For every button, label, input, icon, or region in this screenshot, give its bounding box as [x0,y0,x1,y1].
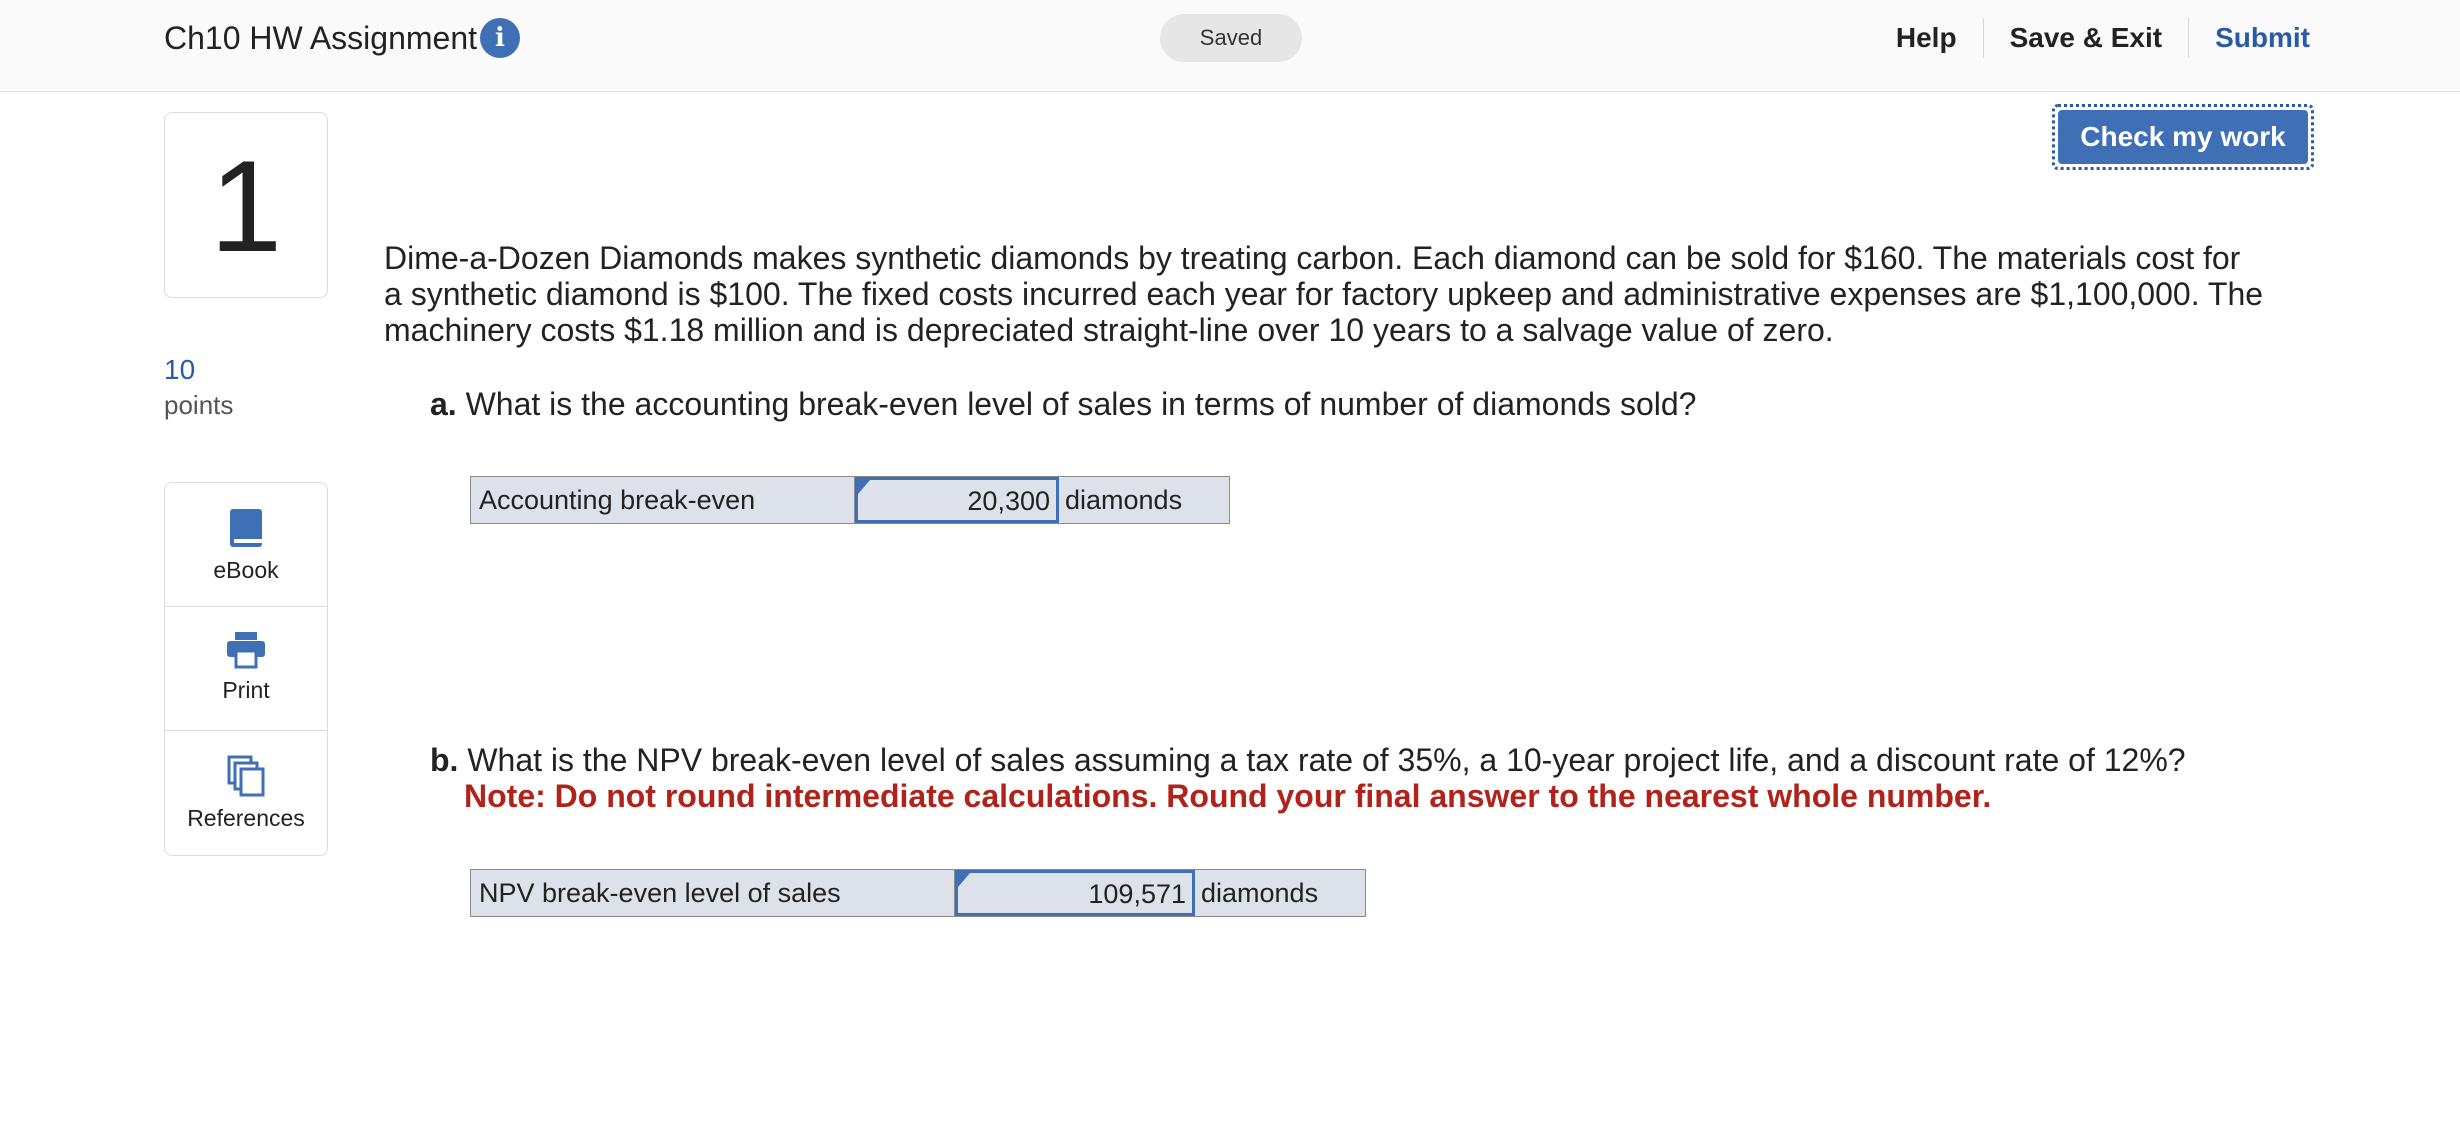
part-a-letter: a. [430,386,457,422]
answer-flag-icon [958,873,970,887]
question-tools-panel: eBook Print References [164,482,328,856]
help-link[interactable]: Help [1870,14,1983,62]
info-icon[interactable]: i [480,18,520,58]
part-b-answer-table: NPV break-even level of sales 109,571 di… [470,869,1366,917]
save-exit-link[interactable]: Save & Exit [1984,14,2189,62]
saved-status-badge: Saved [1160,14,1302,62]
print-label: Print [222,677,270,703]
part-b-note: Note: Do not round intermediate calculat… [464,778,1992,814]
part-a-text: What is the accounting break-even level … [465,386,1697,422]
part-a-unit: diamonds [1065,485,1183,515]
ebook-label: eBook [213,557,279,583]
question-number-card: 1 [164,112,328,298]
book-icon [165,507,327,549]
header-nav: Help Save & Exit Submit [1870,14,2310,62]
printer-icon [165,631,327,669]
part-a-answer-value: 20,300 [967,486,1050,516]
part-b-text: What is the NPV break-even level of sale… [467,742,2186,778]
part-a-answer-input[interactable]: 20,300 [855,477,1059,523]
question-number: 1 [209,133,283,279]
references-label: References [187,805,305,831]
points-label: points [164,390,234,420]
part-b-unit: diamonds [1201,878,1319,908]
question-intro: Dime-a-Dozen Diamonds makes synthetic di… [384,240,2264,348]
part-b-row-label: NPV break-even level of sales [471,870,955,916]
part-b-question: b. What is the NPV break-even level of s… [430,742,2186,814]
part-a-row-label: Accounting break-even [471,477,855,523]
part-b-answer-value: 109,571 [1088,879,1186,909]
documents-icon [165,755,327,797]
part-b-letter: b. [430,742,459,778]
assignment-title: Ch10 HW Assignment [164,20,478,56]
part-a-question: a. What is the accounting break-even lev… [430,384,1696,424]
points-value: 10 [164,354,196,385]
check-my-work-focus-ring: Check my work [2052,104,2314,170]
part-b-answer-input[interactable]: 109,571 [955,870,1195,916]
top-header: Ch10 HW Assignment i Saved Help Save & E… [0,0,2460,92]
ebook-button[interactable]: eBook [165,483,327,607]
part-a-answer-table: Accounting break-even 20,300 diamonds [470,476,1230,524]
check-my-work-button[interactable]: Check my work [2058,110,2308,164]
references-button[interactable]: References [165,731,327,855]
print-button[interactable]: Print [165,607,327,731]
submit-link[interactable]: Submit [2189,14,2310,62]
answer-flag-icon [858,480,870,494]
